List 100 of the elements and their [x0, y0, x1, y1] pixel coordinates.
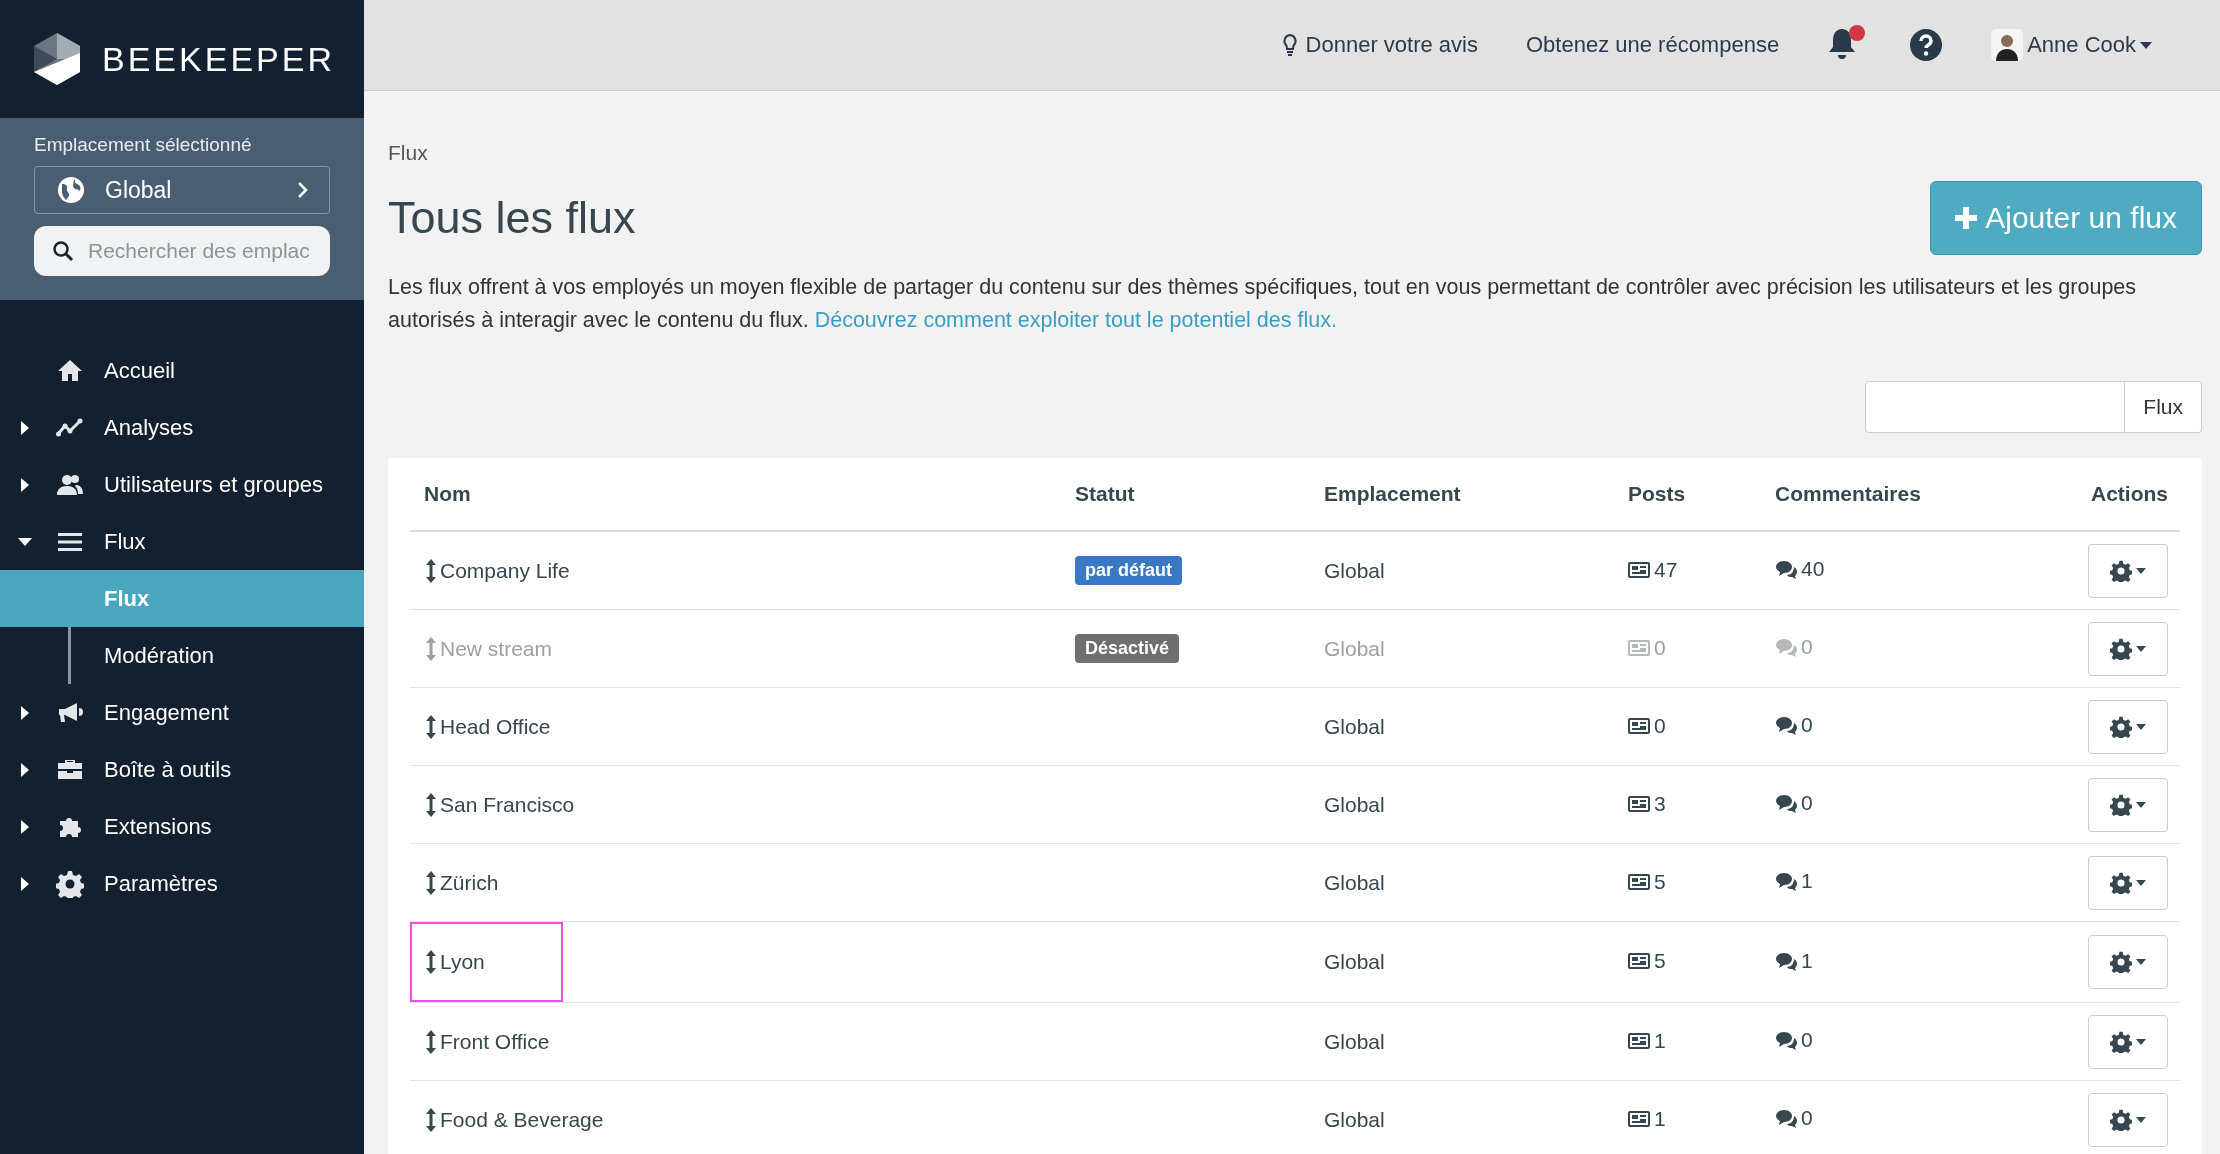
comments-count: 0 [1801, 635, 1813, 659]
column-header: Statut [1061, 458, 1310, 531]
name-cell: Front Office [410, 1019, 556, 1064]
settings-icon [2110, 793, 2132, 816]
newspaper-icon [1628, 638, 1650, 657]
drag-handle-icon [426, 792, 436, 817]
sidebar-item[interactable]: Engagement [0, 684, 364, 741]
newspaper-icon [1628, 1109, 1650, 1128]
comments-icon [1775, 637, 1797, 657]
drag-handle-icon [426, 558, 436, 583]
actions-button[interactable] [2088, 621, 2168, 676]
caret-down-icon [2136, 723, 2146, 730]
reward-link[interactable]: Obtenez une récompense [1525, 32, 1780, 58]
comments-count: 40 [1801, 557, 1825, 581]
location-cell: Global [1310, 843, 1614, 922]
name-cell: Zürich [410, 860, 505, 905]
breadcrumb: Flux [388, 141, 429, 165]
newspaper-icon [1628, 952, 1650, 970]
caret-down-icon [2136, 1116, 2146, 1123]
feedback-link[interactable]: Donner votre avis [1281, 32, 1478, 58]
name-cell: New stream [410, 626, 559, 671]
location-search-field[interactable]: Rechercher des emplac [34, 226, 330, 276]
avatar-icon [1991, 29, 2024, 61]
help-button[interactable] [1909, 28, 1944, 62]
name-cell: Company Life [410, 548, 576, 593]
settings-icon [2110, 559, 2132, 582]
comments-count: 0 [1801, 1106, 1813, 1130]
caret-down-icon [2136, 645, 2146, 652]
actions-button[interactable] [2088, 543, 2168, 598]
caret-down-icon [2136, 567, 2146, 574]
settings-icon [56, 869, 84, 898]
drag-handle-icon [426, 636, 436, 661]
posts-count: 47 [1654, 557, 1678, 582]
chevron-right-icon [297, 181, 309, 199]
caret-down-icon [2140, 41, 2152, 49]
status-badge: Désactivé [1075, 634, 1180, 663]
drag-handle-icon [426, 1107, 436, 1132]
description-text: Les flux offrent à vos employés un moyen flexible de partager du contenu sur des thèmes spécifiques, tout en vous permettant de contrôler avec précision les utilisateurs et les groupes autorisés à interagir avec le contenu du flux. Découvrez comment exploiter tout le potentiel des flux. [388, 274, 2138, 334]
posts-count: 0 [1654, 635, 1666, 660]
sidebar-item[interactable]: Accueil [0, 342, 364, 399]
bell-icon [1827, 27, 1858, 61]
caret-down-icon [2136, 879, 2146, 886]
location-cell: Global [1310, 609, 1614, 688]
newspaper-icon [1628, 1031, 1650, 1050]
column-header: Posts [1614, 458, 1761, 531]
settings-icon [2110, 715, 2132, 738]
newspaper-icon [1628, 794, 1650, 813]
comments-count: 0 [1801, 713, 1813, 737]
posts-count: 1 [1654, 1106, 1666, 1131]
actions-button[interactable] [2088, 935, 2168, 989]
location-cell: Global [1310, 1080, 1614, 1154]
sidebar-item[interactable]: Boîte à outils [0, 741, 364, 798]
posts-count: 0 [1654, 713, 1666, 738]
column-header: Emplacement [1310, 458, 1614, 531]
name-cell: San Francisco [410, 782, 581, 827]
actions-button[interactable] [2088, 777, 2168, 832]
search-field[interactable] [1865, 381, 2126, 433]
actions-button[interactable] [2088, 1014, 2168, 1069]
drag-handle-icon [426, 714, 436, 739]
comments-icon [1775, 871, 1797, 891]
plus-icon [1955, 207, 1978, 229]
settings-icon [2110, 1030, 2132, 1053]
sidebar-item[interactable]: Flux [0, 513, 364, 570]
sidebar-item[interactable]: Paramètres [0, 855, 364, 912]
sidebar-item[interactable]: Extensions [0, 798, 364, 855]
comments-count: 0 [1801, 791, 1813, 815]
page-title: Tous les flux [388, 192, 636, 244]
lightbulb-icon [1281, 33, 1298, 57]
status-badge: par défaut [1075, 556, 1182, 585]
highlighted-name-cell: Lyon [410, 922, 563, 1002]
location-cell: Global [1310, 531, 1614, 610]
sidebar-item[interactable]: Analyses [0, 399, 364, 456]
caret-down-icon [2136, 959, 2146, 965]
column-header: Commentaires [1761, 458, 2061, 531]
newspaper-icon [1628, 716, 1650, 735]
comments-count: 1 [1801, 869, 1813, 893]
comments-icon [1775, 559, 1797, 579]
posts-count: 5 [1654, 869, 1666, 894]
location-cell: Global [1310, 921, 1614, 1003]
search-button[interactable]: Flux [2125, 381, 2202, 433]
name-cell: Food & Beverage [410, 1097, 610, 1142]
user-menu[interactable]: Anne Cook [1991, 29, 2152, 61]
settings-icon [2110, 871, 2132, 894]
location-selector[interactable]: Global [34, 166, 330, 214]
column-header: Actions [2061, 458, 2180, 531]
caret-down-icon [2136, 1038, 2146, 1045]
actions-button[interactable] [2088, 699, 2168, 754]
comments-icon [1775, 1030, 1797, 1050]
settings-icon [2110, 637, 2132, 660]
comments-count: 1 [1801, 948, 1813, 973]
drag-handle-icon [426, 950, 436, 974]
newspaper-icon [1628, 560, 1650, 579]
sidebar-item[interactable]: Utilisateurs et groupes [0, 456, 364, 513]
drag-handle-icon [426, 870, 436, 895]
actions-button[interactable] [2088, 855, 2168, 910]
name-cell: Head Office [410, 704, 557, 749]
sidebar-subitem[interactable]: Modération [0, 627, 364, 684]
location-cell: Global [1310, 1002, 1614, 1081]
actions-button[interactable] [2088, 1092, 2168, 1147]
posts-count: 3 [1654, 791, 1666, 816]
